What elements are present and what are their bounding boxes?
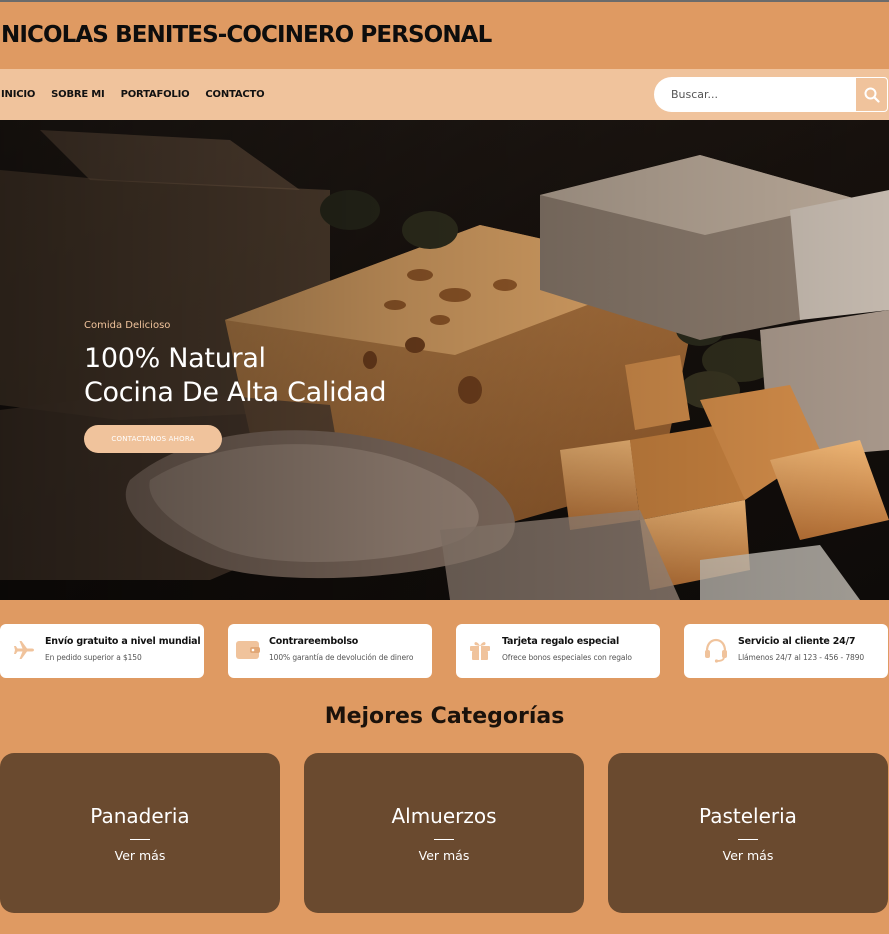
feature-title: Tarjeta regalo especial <box>502 636 620 647</box>
feature-subtitle: Llámenos 24/7 al 123 - 456 - 7890 <box>738 653 865 662</box>
site-title[interactable]: NICOLAS BENITES-COCINERO PERSONAL <box>1 22 492 48</box>
hero-eyebrow: Comida Delicioso <box>84 320 171 331</box>
contact-now-button[interactable]: CONTACTANOS AHORA <box>84 425 222 453</box>
headset-icon <box>703 637 729 663</box>
nav-links: INICIO SOBRE MI PORTAFOLIO CONTACTO <box>1 69 280 120</box>
hero-banner: Comida Delicioso 100% Natural Cocina De … <box>0 120 889 600</box>
category-name: Panaderia <box>90 804 190 828</box>
category-name: Pasteleria <box>699 804 797 828</box>
category-name: Almuerzos <box>391 804 497 828</box>
feature-card-shipping: Envío gratuito a nivel mundial En pedido… <box>0 624 204 678</box>
feature-card-gift: Tarjeta regalo especial Ofrece bonos esp… <box>456 624 660 678</box>
category-divider <box>434 839 454 840</box>
site-header: NICOLAS BENITES-COCINERO PERSONAL <box>0 2 889 69</box>
search-input[interactable] <box>654 77 856 112</box>
hero-title-line-2: Cocina De Alta Calidad <box>84 377 387 408</box>
feature-subtitle: 100% garantía de devolución de dinero <box>269 653 414 662</box>
feature-title: Servicio al cliente 24/7 <box>738 636 856 647</box>
nav-item-inicio[interactable]: INICIO <box>1 89 35 100</box>
see-more-link[interactable]: Ver más <box>608 848 888 863</box>
wallet-icon <box>235 637 261 663</box>
feature-title: Contrareembolso <box>269 636 359 647</box>
gift-icon <box>467 637 493 663</box>
feature-strip: Envío gratuito a nivel mundial En pedido… <box>0 624 889 678</box>
airplane-icon <box>11 637 37 663</box>
see-more-link[interactable]: Ver más <box>0 848 280 863</box>
see-more-link[interactable]: Ver más <box>304 848 584 863</box>
nav-item-contacto[interactable]: CONTACTO <box>205 89 264 100</box>
feature-title: Envío gratuito a nivel mundial <box>45 636 201 647</box>
category-card-almuerzos[interactable]: Almuerzos Ver más <box>304 753 584 913</box>
category-card-panaderia[interactable]: Panaderia Ver más <box>0 753 280 913</box>
category-card-pasteleria[interactable]: Pasteleria Ver más <box>608 753 888 913</box>
search-bar <box>654 77 888 112</box>
category-divider <box>130 839 150 840</box>
hero-title: 100% Natural Cocina De Alta Calidad <box>84 342 387 410</box>
nav-item-portafolio[interactable]: PORTAFOLIO <box>121 89 190 100</box>
category-divider <box>738 839 758 840</box>
feature-subtitle: En pedido superior a $150 <box>45 653 142 662</box>
search-icon <box>864 87 880 103</box>
search-button[interactable] <box>855 77 888 112</box>
nav-item-sobre-mi[interactable]: SOBRE MI <box>51 89 105 100</box>
categories-heading: Mejores Categorías <box>324 704 565 729</box>
feature-subtitle: Ofrece bonos especiales con regalo <box>502 653 632 662</box>
feature-card-support: Servicio al cliente 24/7 Llámenos 24/7 a… <box>684 624 888 678</box>
hero-title-line-1: 100% Natural <box>84 343 266 374</box>
feature-card-refund: Contrareembolso 100% garantía de devoluc… <box>228 624 432 678</box>
